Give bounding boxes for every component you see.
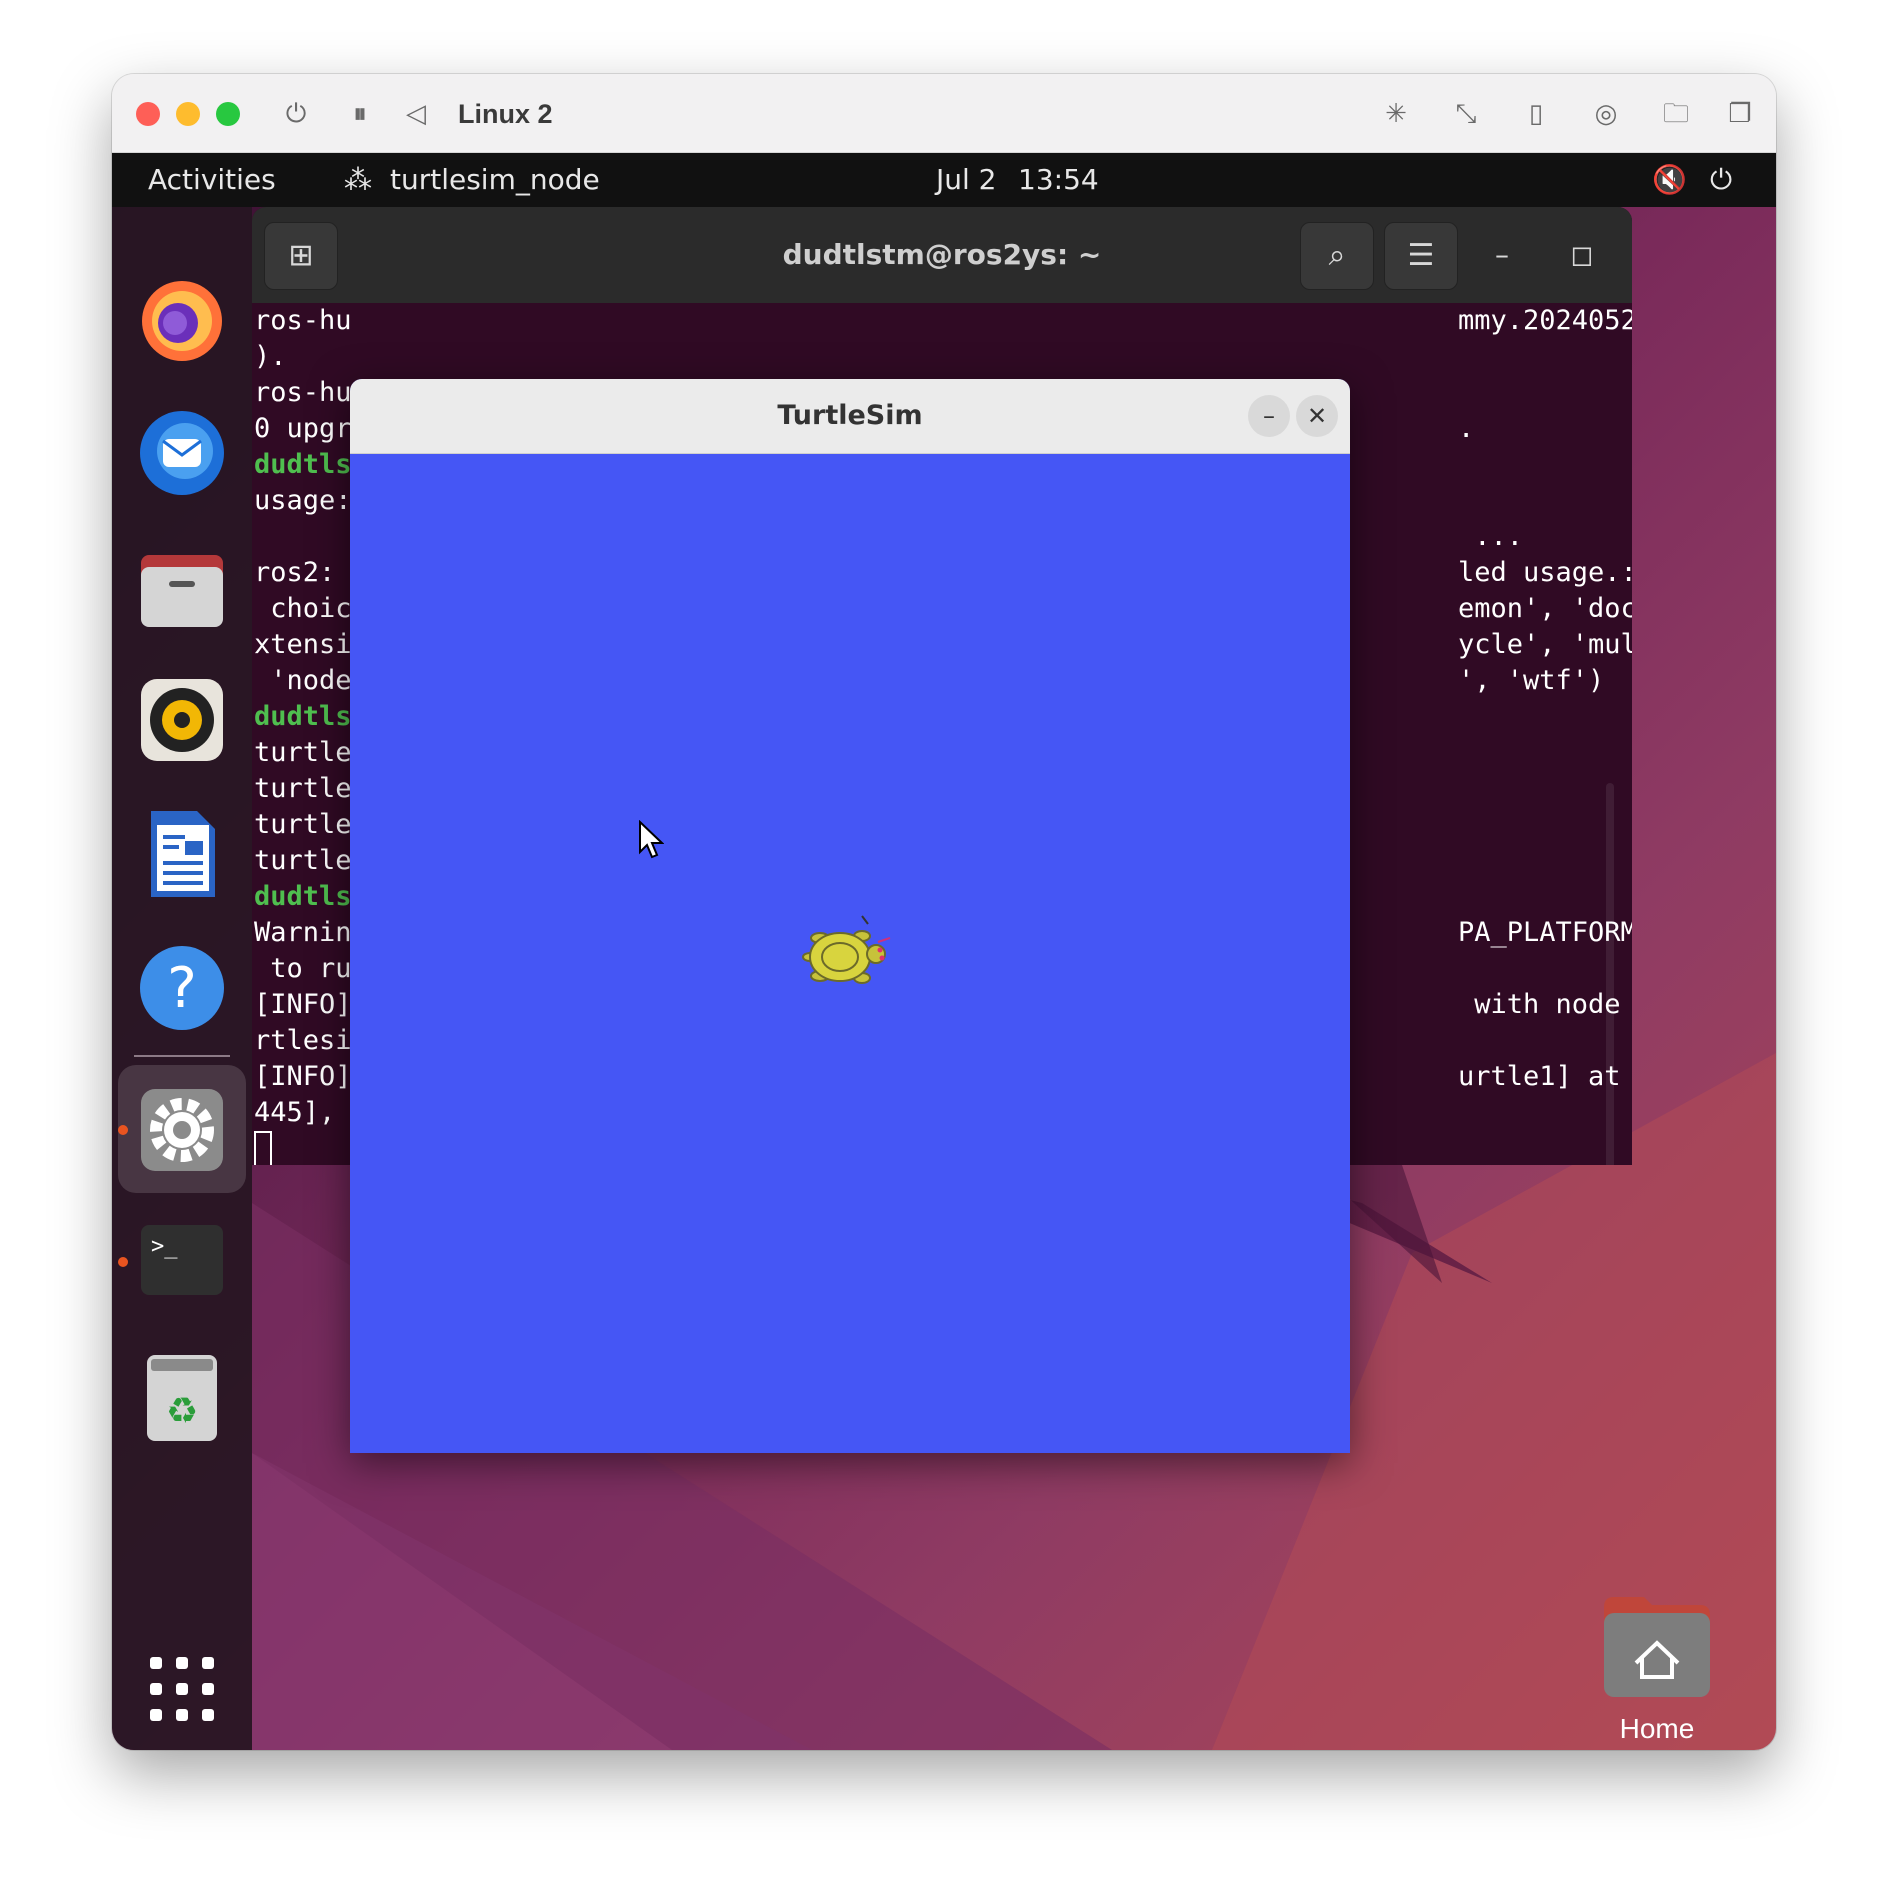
terminal-line-fragment: mmy.20240524.042921 [1458,305,1632,336]
terminal-line-fragment: ). [254,341,287,372]
terminal-line-fragment: choic [254,593,352,624]
pause-icon[interactable]: ⏸ [340,94,380,134]
turtlesim-title: TurtleSim [777,400,923,431]
app-menu-icon: ⁂ [344,163,372,196]
terminal-line-fragment: . [1458,413,1475,444]
files-icon[interactable] [133,537,231,635]
maximize-icon[interactable]: ◻ [1558,231,1606,279]
terminal-line-fragment: ycle', 'multicast', [1458,629,1632,660]
activities-button[interactable]: Activities [148,153,276,207]
vm-title: Linux 2 [458,99,553,129]
svg-text:>_: >_ [151,1234,178,1259]
terminal-line-fragment: Warnin [254,917,352,948]
clock-time[interactable]: 13:54 [1018,153,1099,207]
turtlesim-header: TurtleSim – ✕ [350,379,1350,454]
terminal-line-fragment: [INFO] [254,989,352,1020]
terminal-line-fragment: usage: [254,485,352,516]
home-folder-icon[interactable] [1600,1593,1714,1699]
terminal-line-fragment: dudtls [254,701,352,732]
power-icon[interactable]: ⏻ [276,94,316,134]
terminal-line-fragment: [INFO] [254,1061,352,1092]
dock: ? >_ ♻ [112,207,252,1750]
top-bar: Activities ⁂ turtlesim_node Jul 2 13:54 … [112,153,1776,207]
terminal-line-fragment: turtle [254,845,352,876]
home-label: Home [1619,1713,1695,1744]
thunderbird-icon[interactable] [133,403,231,501]
terminal-line-fragment: 445], [254,1097,336,1128]
terminal-line-fragment: to ru [254,953,352,984]
terminal-scrollbar[interactable] [1606,783,1614,1165]
libreoffice-writer-icon[interactable] [133,805,231,903]
volume-muted-icon[interactable]: 🔇 [1652,153,1687,207]
terminal-line-fragment: 'node [254,665,352,696]
trash-icon[interactable]: ♻ [133,1347,231,1445]
terminal-icon[interactable]: >_ [133,1211,231,1309]
terminal-header: ⊞ dudtlstm@ros2ys: ~ ⌕ ☰ – ◻ ✕ [252,207,1632,303]
vm-window: ⏻ ⏸ ◁ Linux 2 ✳ ⤡ ▯ ◎ 🗀 ❐ Activities ⁂ t… [112,74,1776,1750]
terminal-line-fragment: turtle [254,773,352,804]
usb-icon[interactable]: ▯ [1516,94,1556,134]
terminal-line-fragment: dudtls [254,449,352,480]
clock-date[interactable]: Jul 2 [936,153,997,207]
ubuntu-desktop: Activities ⁂ turtlesim_node Jul 2 13:54 … [112,153,1776,1750]
mouse-pointer-icon [639,820,664,859]
windows-icon[interactable]: ❐ [1720,94,1760,134]
terminal-line-fragment: led usage.: invalid [1458,557,1632,588]
terminal-line-fragment: rtlesi [254,1025,352,1056]
terminal-line-fragment: ros-hu [254,377,352,408]
terminal-line-fragment: ros2: [254,557,336,588]
svg-text:?: ? [167,956,197,1021]
camera-icon[interactable]: ◎ [1586,94,1626,134]
terminal-left-text: ros-hu). ros-hu 0 upgr dudtls usage: ros2: ch… [254,303,354,1165]
terminal-line-fragment: ros-hu [254,305,352,336]
shared-folder-icon[interactable]: 🗀 [1656,94,1696,134]
turtle-icon [802,915,891,984]
terminal-line-fragment: dudtls [254,881,352,912]
settings-icon[interactable] [133,1081,231,1179]
turtlesim-window: TurtleSim – ✕ [350,379,1350,1453]
firefox-icon[interactable] [133,271,231,369]
running-indicator [118,1125,128,1135]
back-icon[interactable]: ◁ [396,94,436,134]
vm-titlebar: ⏻ ⏸ ◁ Linux 2 ✳ ⤡ ▯ ◎ 🗀 ❐ [112,74,1776,153]
dock-separator [134,1055,230,1057]
rhythmbox-icon[interactable] [133,671,231,769]
hamburger-menu-icon[interactable]: ☰ [1384,222,1458,290]
running-indicator [118,1257,128,1267]
svg-text:♻: ♻ [166,1391,198,1432]
terminal-line-fragment: ... [1458,521,1524,552]
terminal-cursor [254,1131,272,1165]
terminal-line-fragment: xtensi [254,629,352,660]
show-applications-icon[interactable] [150,1657,214,1721]
minimize-icon[interactable]: – [1478,231,1526,279]
close-icon[interactable]: ✕ [1296,395,1338,437]
minimize-traffic-light[interactable] [176,102,200,126]
power-menu-icon[interactable]: ⏻ [1710,153,1732,207]
search-icon[interactable]: ⌕ [1300,222,1374,290]
resize-icon[interactable]: ⤡ [1446,94,1486,134]
brightness-icon[interactable]: ✳ [1376,94,1416,134]
app-menu[interactable]: turtlesim_node [390,153,600,207]
terminal-line-fragment: turtle [254,809,352,840]
minimize-icon[interactable]: – [1248,395,1290,437]
close-traffic-light[interactable] [136,102,160,126]
terminal-line-fragment: emon', 'doctor', 'e [1458,593,1632,624]
turtlesim-canvas[interactable] [350,454,1350,1453]
help-icon[interactable]: ? [133,939,231,1037]
terminal-line-fragment: ', 'wtf') [1458,665,1605,696]
zoom-traffic-light[interactable] [216,102,240,126]
terminal-line-fragment: 0 upgr [254,413,352,444]
terminal-line-fragment: turtle [254,737,352,768]
